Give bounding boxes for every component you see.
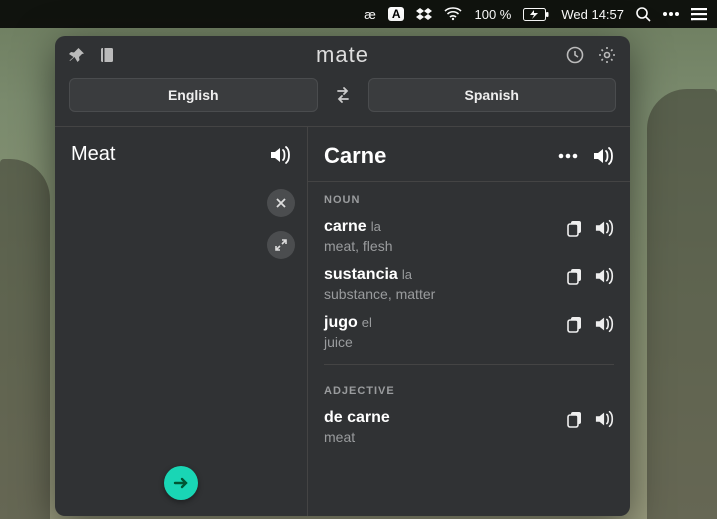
spotlight-icon[interactable] <box>636 7 651 22</box>
expand-button[interactable] <box>267 231 295 259</box>
translate-button[interactable] <box>164 466 198 500</box>
app-title: mate <box>55 42 630 68</box>
speak-entry-button[interactable] <box>594 314 616 334</box>
wifi-icon[interactable] <box>444 7 462 21</box>
clear-input-button[interactable] <box>267 189 295 217</box>
speak-entry-button[interactable] <box>594 266 616 286</box>
swap-languages-button[interactable] <box>328 80 358 110</box>
speak-translation-button[interactable] <box>592 145 616 167</box>
entry-gloss: meat <box>324 429 556 445</box>
dictionary-entry: sustancia la substance, matter <box>308 260 630 308</box>
titlebar: mate <box>55 36 630 70</box>
source-text[interactable]: Meat <box>71 143 115 166</box>
dictionary-entry: de carne meat <box>308 403 630 451</box>
battery-percent: 100 % <box>474 7 511 22</box>
pin-icon[interactable] <box>69 47 85 63</box>
entry-gender: la <box>371 219 381 234</box>
language-bar: English Spanish <box>55 70 630 126</box>
entry-gloss: juice <box>324 334 556 350</box>
siri-icon[interactable] <box>663 11 679 17</box>
copy-entry-button[interactable] <box>566 315 584 333</box>
pos-section-label: NOUN <box>308 182 630 212</box>
speak-entry-button[interactable] <box>594 218 616 238</box>
background-decoration <box>647 89 717 519</box>
translation-pane: Carne NOUNcarnelameat, fleshsustancialas… <box>308 127 630 516</box>
entry-gloss: meat, flesh <box>324 238 556 254</box>
entry-term: de carne <box>324 409 390 426</box>
entry-term: carne <box>324 218 367 235</box>
source-language-button[interactable]: English <box>69 78 318 112</box>
copy-entry-button[interactable] <box>566 267 584 285</box>
dropbox-icon[interactable] <box>416 7 432 21</box>
entry-term: sustancia <box>324 266 398 283</box>
entry-term: jugo <box>324 314 358 331</box>
content-panes: Meat Carne <box>55 126 630 516</box>
copy-entry-button[interactable] <box>566 219 584 237</box>
notification-center-icon[interactable] <box>691 8 707 21</box>
menubar: æ A 100 % Wed 14:57 <box>0 0 717 28</box>
copy-entry-button[interactable] <box>566 410 584 428</box>
input-source-badge[interactable]: A <box>388 7 405 21</box>
section-divider <box>324 364 614 365</box>
dictionary-entry: jugoel juice <box>308 308 630 356</box>
entry-gloss: substance, matter <box>324 286 556 302</box>
speak-entry-button[interactable] <box>594 409 616 429</box>
translator-popover: mate English Spanish Meat <box>55 36 630 516</box>
translation-text: Carne <box>324 143 386 169</box>
battery-icon <box>523 8 549 21</box>
target-language-button[interactable]: Spanish <box>368 78 617 112</box>
entry-gender: el <box>362 315 372 330</box>
speak-source-button[interactable] <box>269 144 293 166</box>
dictionary-sections: NOUNcarnelameat, fleshsustancialasubstan… <box>308 182 630 451</box>
pos-section-label: ADJECTIVE <box>308 373 630 403</box>
more-options-button[interactable] <box>558 153 578 159</box>
entry-gender: la <box>402 267 412 282</box>
gear-icon[interactable] <box>598 46 616 64</box>
clock-text[interactable]: Wed 14:57 <box>561 7 624 22</box>
phrasebook-icon[interactable] <box>99 47 115 63</box>
brand-glyph[interactable]: æ <box>364 7 376 22</box>
history-icon[interactable] <box>566 46 584 64</box>
dictionary-entry: carnela meat, flesh <box>308 212 630 260</box>
source-pane: Meat <box>55 127 308 516</box>
background-decoration <box>0 159 50 519</box>
